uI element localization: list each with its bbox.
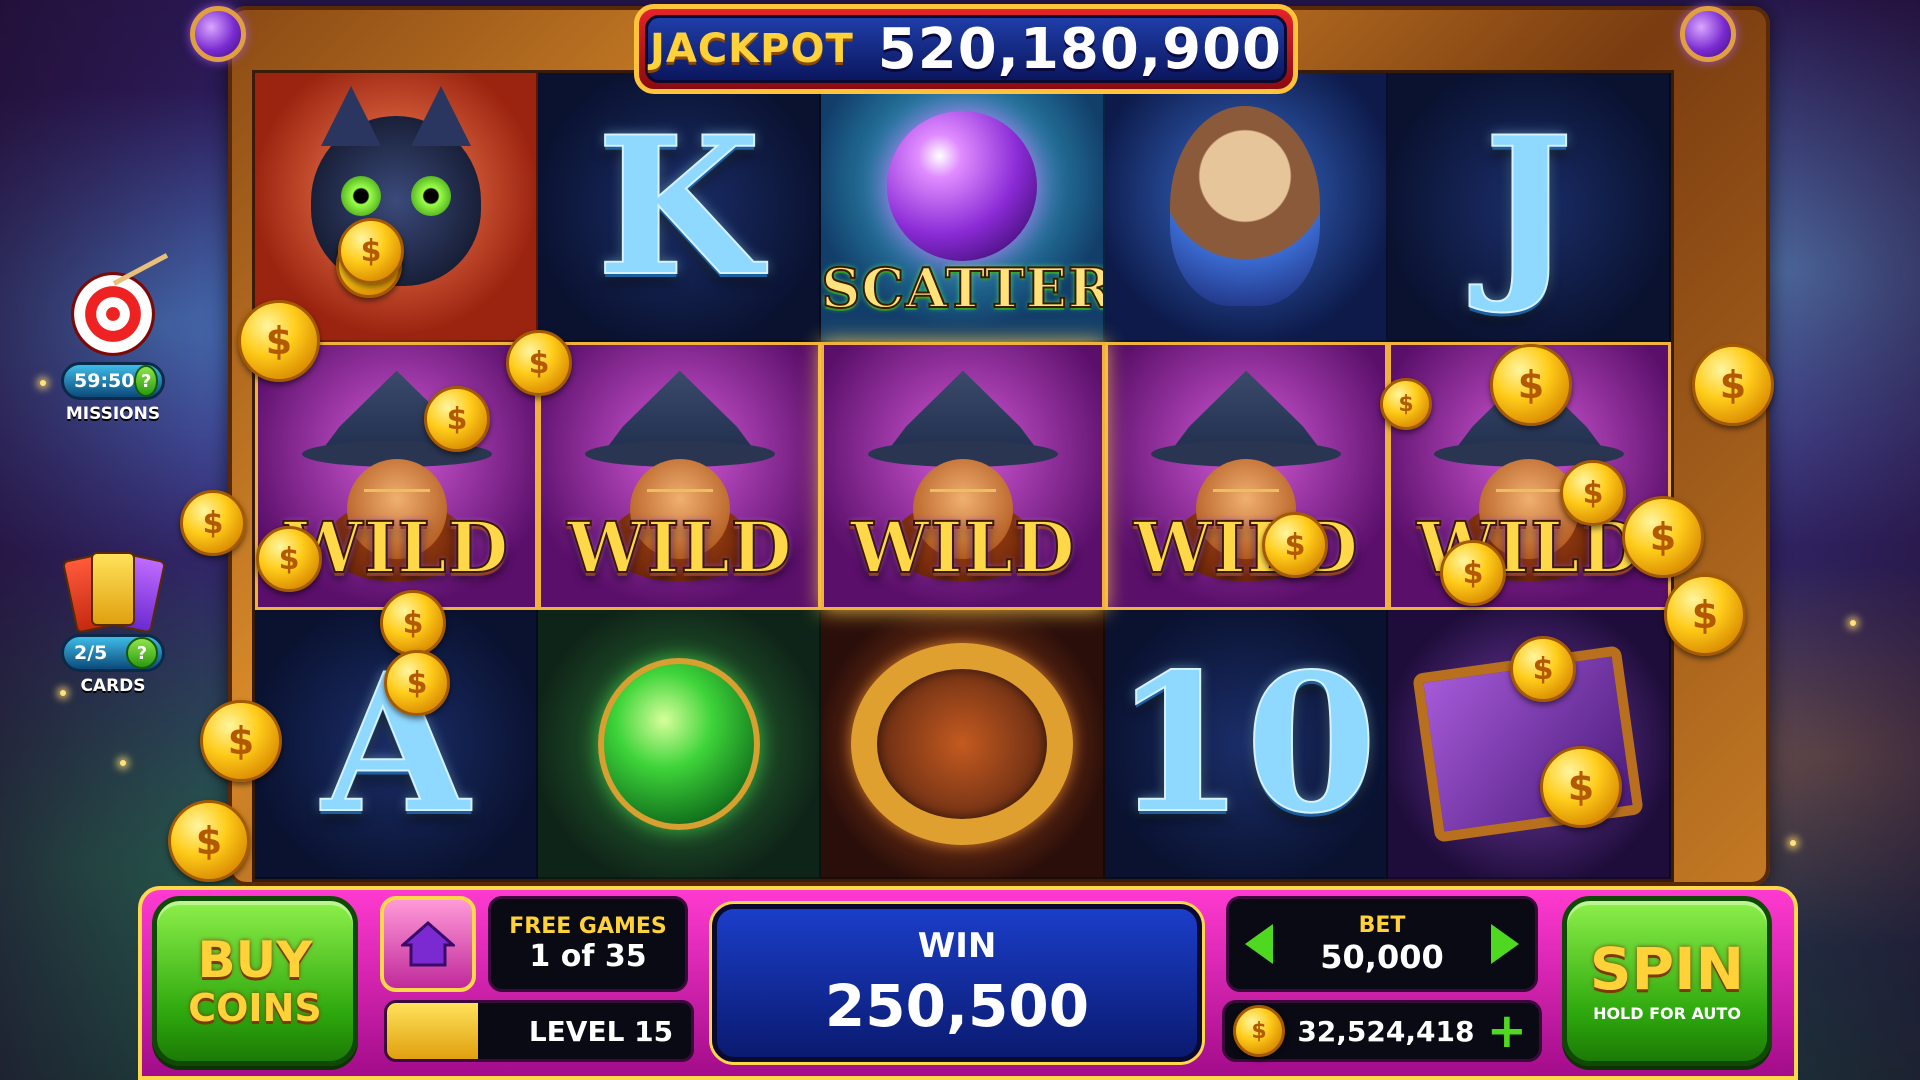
cards-progress-text: 2/5	[74, 642, 108, 664]
firefly	[120, 760, 126, 766]
level-label: LEVEL 15	[528, 1014, 674, 1048]
reel-symbol-scatter: SCATTER	[821, 73, 1105, 342]
jackpot-display: JACKPOT 520,180,900	[645, 15, 1287, 83]
reel-symbol-wild: WILD	[538, 341, 822, 611]
bet-readout: BET 50,000	[1320, 913, 1443, 976]
coin-icon: $	[1510, 636, 1576, 702]
coin-icon: $	[200, 700, 282, 782]
missions-widget[interactable]: 59:50 ? MISSIONS	[58, 253, 169, 424]
reel-symbol-ring	[821, 610, 1105, 879]
firefly	[1790, 840, 1796, 846]
bet-panel: BET 50,000	[1226, 896, 1538, 992]
coin-icon: $	[1622, 496, 1704, 578]
wild-label: WILD	[849, 505, 1076, 590]
coin-icon: $	[1540, 746, 1622, 828]
wild-label: WILD	[566, 505, 793, 590]
wild-label: WILD	[1133, 505, 1359, 590]
coin-icon: $	[338, 218, 404, 284]
cards-progress: 2/5 ?	[61, 634, 165, 672]
reel-symbol-wild: WILD	[1104, 341, 1388, 611]
bet-increase-arrow-right-icon[interactable]	[1490, 924, 1519, 964]
coin-icon: $	[1490, 344, 1572, 426]
reel-symbol-cat	[255, 73, 539, 342]
coin-icon: $	[238, 300, 320, 382]
home-icon	[401, 921, 455, 967]
free-games-label: FREE GAMES	[509, 914, 667, 939]
reel-symbol-10: 10	[1104, 610, 1388, 879]
coin-icon: $	[180, 490, 246, 556]
reel-symbol-k: K	[538, 73, 822, 342]
scatter-label: SCATTER	[821, 255, 1105, 321]
target-icon	[71, 253, 169, 356]
buy-coins-line2: COINS	[188, 986, 322, 1030]
ring-icon	[850, 642, 1073, 845]
coin-icon: $	[380, 590, 446, 656]
symbol-letter: K	[595, 94, 762, 319]
jackpot-label: JACKPOT	[649, 26, 854, 72]
bet-label: BET	[1358, 912, 1406, 938]
jackpot-value: 520,180,900	[877, 16, 1283, 82]
coin-icon: $	[1664, 574, 1746, 656]
bet-decrease-arrow-left-icon[interactable]	[1245, 924, 1273, 964]
coin-icon: $	[424, 386, 490, 452]
owl-icon	[1170, 106, 1321, 307]
cat-eye	[410, 176, 451, 217]
level-progress-bar: LEVEL 15	[384, 1000, 694, 1062]
coin-icon: $	[1560, 460, 1626, 526]
cards-widget[interactable]: 2/5 ? CARDS	[58, 552, 168, 696]
coin-icon: $	[1233, 1005, 1285, 1057]
question-icon[interactable]: ?	[134, 365, 158, 397]
spin-button[interactable]: SPIN HOLD FOR AUTO	[1562, 896, 1772, 1066]
cards-icon	[61, 552, 167, 634]
spin-sublabel: HOLD FOR AUTO	[1593, 1003, 1741, 1023]
cards-label: CARDS	[80, 676, 146, 696]
potion-icon	[597, 657, 760, 830]
coin-icon: $	[384, 650, 450, 716]
level-progress-fill	[387, 1003, 479, 1059]
crystal-ball-icon	[886, 111, 1037, 262]
bet-value: 50,000	[1320, 937, 1444, 976]
question-icon[interactable]: ?	[126, 637, 158, 669]
missions-timer-text: 59:50	[74, 370, 135, 392]
spin-label: SPIN	[1589, 934, 1745, 1003]
firefly	[40, 380, 46, 386]
buy-coins-line1: BUY	[197, 931, 313, 989]
coin-icon: $	[256, 526, 322, 592]
win-value: 250,500	[824, 972, 1090, 1040]
coin-icon: $	[1692, 344, 1774, 426]
reel-grid: K SCATTER J WILD WILD WILD WILD WILD A 1…	[252, 70, 1674, 882]
missions-timer: 59:50 ?	[61, 362, 165, 400]
reel-symbol-wild: WILD	[821, 341, 1105, 611]
balance-value: 32,524,418	[1297, 1014, 1475, 1048]
purple-gem-icon	[190, 6, 246, 62]
coin-icon: $	[1262, 512, 1328, 578]
reel-symbol-owl	[1104, 73, 1388, 342]
win-label: WIN	[917, 926, 997, 966]
free-games-value: 1 of 35	[529, 939, 647, 974]
symbol-letter: 10	[1112, 631, 1378, 856]
balance-panel: $ 32,524,418 +	[1222, 1000, 1542, 1062]
buy-coins-button[interactable]: BUY COINS	[152, 896, 358, 1066]
firefly	[1850, 620, 1856, 626]
symbol-letter: J	[1482, 94, 1574, 319]
cat-eye	[340, 176, 381, 217]
coin-icon: $	[168, 800, 250, 882]
jackpot-banner: JACKPOT 520,180,900	[634, 4, 1298, 94]
reel-symbol-j: J	[1387, 73, 1671, 342]
coin-icon: $	[506, 330, 572, 396]
add-coins-plus-icon[interactable]: +	[1487, 1007, 1527, 1055]
reel-symbol-potion	[538, 610, 822, 879]
missions-label: MISSIONS	[65, 404, 161, 424]
home-button[interactable]	[380, 896, 476, 992]
coin-icon: $	[1440, 540, 1506, 606]
coin-icon: $	[1380, 378, 1432, 430]
win-display: WIN 250,500	[712, 904, 1202, 1062]
purple-gem-icon	[1680, 6, 1736, 62]
free-games-panel: FREE GAMES 1 of 35	[488, 896, 688, 992]
